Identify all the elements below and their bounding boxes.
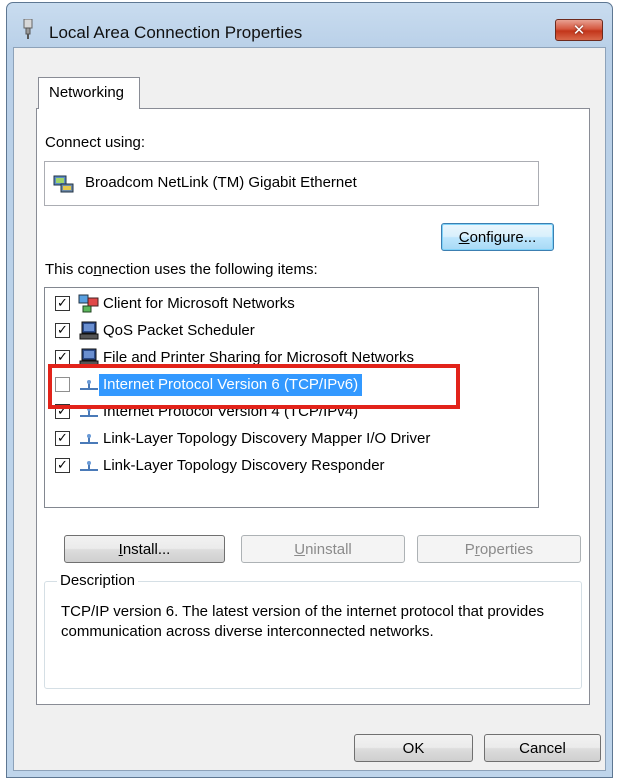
cancel-button-label: Cancel	[519, 739, 566, 757]
description-legend: Description	[57, 572, 139, 589]
close-icon: ✕	[572, 22, 586, 39]
item-checkbox[interactable]: ✓	[55, 458, 70, 473]
ok-button-label: OK	[402, 739, 425, 757]
title-bar[interactable]: Local Area Connection Properties ✕	[7, 3, 612, 47]
description-text: TCP/IP version 6. The latest version of …	[61, 603, 545, 640]
tab-networking[interactable]: Networking	[38, 77, 140, 109]
list-item[interactable]: ✓ QoS Packet Scheduler	[45, 318, 538, 345]
tab-networking-label: Networking	[49, 84, 125, 101]
list-item[interactable]: ✓ Link-Layer Topology Discovery Mapper I…	[45, 426, 538, 453]
cancel-button[interactable]: Cancel	[484, 734, 601, 762]
adapter-box[interactable]: Broadcom NetLink (TM) Gigabit Ethernet	[44, 161, 539, 206]
highlight-outline	[48, 364, 460, 409]
item-checkbox[interactable]: ✓	[55, 350, 70, 365]
item-checkbox[interactable]: ✓	[55, 296, 70, 311]
network-adapter-icon	[53, 175, 74, 193]
item-label: Link-Layer Topology Discovery Mapper I/O…	[103, 430, 431, 447]
description-group: Description TCP/IP version 6. The latest…	[44, 572, 582, 689]
dialog-client-area: Networking Connect using: Broadcom NetLi…	[13, 47, 606, 771]
list-item[interactable]: ✓ Link-Layer Topology Discovery Responde…	[45, 453, 538, 480]
properties-button[interactable]: Properties	[417, 535, 581, 563]
item-label: Link-Layer Topology Discovery Responder	[103, 457, 385, 474]
connect-using-label: Connect using:	[45, 134, 146, 151]
item-checkbox[interactable]: ✓	[55, 323, 70, 338]
item-label: Client for Microsoft Networks	[103, 295, 295, 312]
network-connection-icon	[23, 19, 33, 39]
uninstall-button-label: Uninstall	[294, 540, 352, 558]
ok-button[interactable]: OK	[354, 734, 473, 762]
configure-button[interactable]: Configure...	[441, 223, 554, 251]
item-label: QoS Packet Scheduler	[103, 322, 255, 339]
uninstall-button[interactable]: Uninstall	[241, 535, 405, 563]
install-button-label: Install...	[118, 540, 171, 558]
item-checkbox[interactable]: ✓	[55, 431, 70, 446]
window-title: Local Area Connection Properties	[49, 23, 303, 42]
configure-button-label: Configure...	[458, 228, 537, 246]
properties-button-label: Properties	[464, 540, 534, 558]
install-button[interactable]: Install...	[64, 535, 225, 563]
protocol-icon	[80, 461, 98, 471]
network-client-icon	[78, 294, 99, 313]
list-item[interactable]: ✓ Client for Microsoft Networks	[45, 291, 538, 318]
close-button[interactable]: ✕	[555, 19, 603, 41]
protocol-icon	[80, 434, 98, 444]
computer-icon	[79, 321, 99, 340]
adapter-name: Broadcom NetLink (TM) Gigabit Ethernet	[85, 174, 357, 191]
items-label: This connection uses the following items…	[45, 261, 318, 278]
